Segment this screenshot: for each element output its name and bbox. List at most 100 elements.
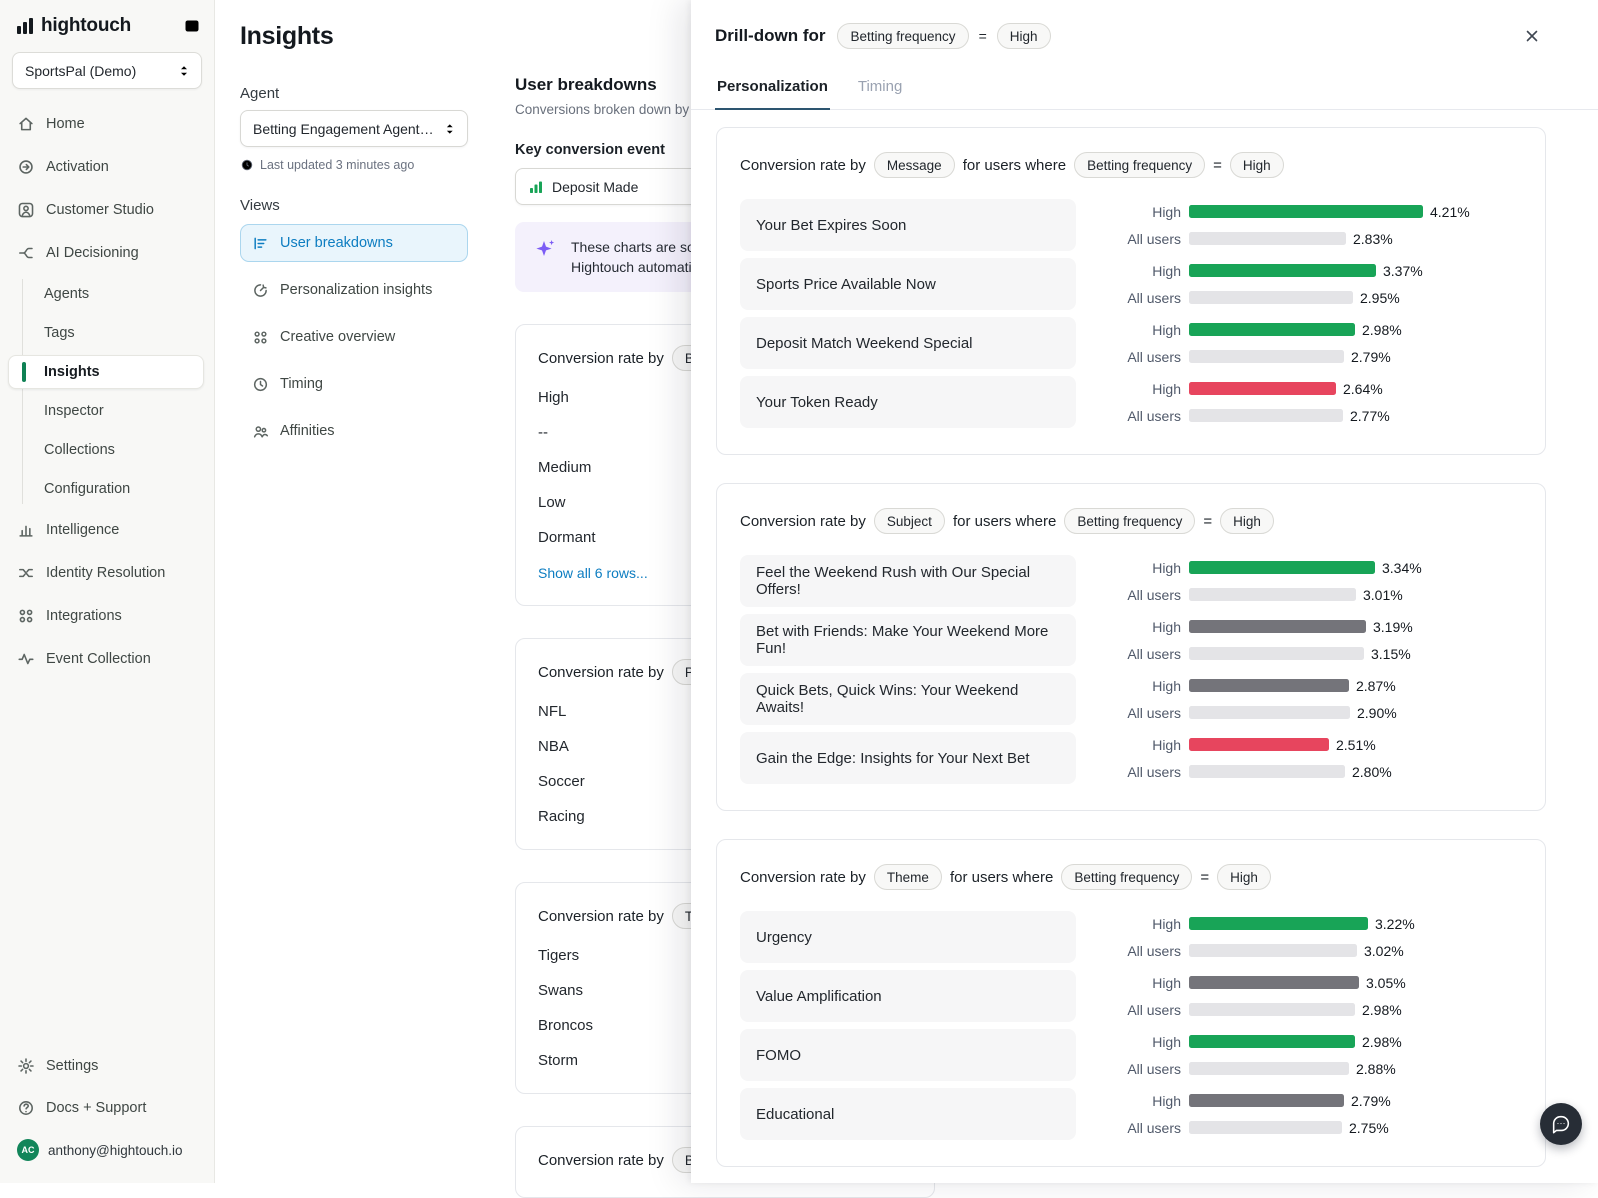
breakdown-row: Bet with Friends: Make Your Weekend More…	[740, 614, 1522, 666]
dimension-pill[interactable]: Theme	[874, 864, 942, 890]
agent-select[interactable]: Betting Engagement Agent (...	[240, 110, 468, 147]
avatar: AC	[17, 1139, 39, 1161]
filter-pill[interactable]: Betting frequency	[1074, 152, 1205, 178]
all-users-value: 2.83%	[1353, 231, 1393, 247]
sidebar-item-configuration[interactable]: Configuration	[8, 472, 204, 506]
high-value: 2.79%	[1351, 1093, 1391, 1109]
sidebar-item-intelligence[interactable]: Intelligence	[8, 511, 206, 549]
sidebar-item-ai-decisioning[interactable]: AI Decisioning	[8, 234, 206, 272]
high-bar	[1189, 264, 1376, 277]
all-users-bar	[1189, 409, 1343, 422]
variant-label: Sports Price Available Now	[740, 258, 1076, 310]
all-users-value: 3.15%	[1371, 646, 1411, 662]
filter-pill[interactable]: Betting frequency	[1061, 864, 1192, 890]
sidebar-item-insights[interactable]: Insights	[8, 355, 204, 389]
activation-icon	[17, 158, 35, 176]
sidebar-item-settings[interactable]: Settings	[8, 1047, 206, 1085]
close-button[interactable]	[1518, 22, 1546, 50]
tab-timing[interactable]: Timing	[856, 70, 904, 110]
workspace-selector[interactable]: SportsPal (Demo)	[12, 52, 202, 89]
sidebar-item-tags[interactable]: Tags	[8, 316, 204, 350]
segment-label-high: High	[1103, 1034, 1181, 1050]
variant-label: FOMO	[740, 1029, 1076, 1081]
intelligence-icon	[17, 521, 35, 539]
view-creative-overview[interactable]: Creative overview	[240, 318, 468, 356]
collapse-sidebar-button[interactable]	[184, 18, 200, 34]
view-affinities[interactable]: Affinities	[240, 412, 468, 450]
support-chat-button[interactable]	[1540, 1103, 1582, 1145]
all-users-bar	[1189, 647, 1364, 660]
filter-value-pill[interactable]: High	[1217, 864, 1271, 890]
breakdown-row: Your Bet Expires Soon High4.21% All user…	[740, 199, 1522, 251]
filter-pill[interactable]: Betting frequency	[1064, 508, 1195, 534]
breakdown-row: FOMO High2.98% All users2.88%	[740, 1029, 1522, 1081]
variant-label: Gain the Edge: Insights for Your Next Be…	[740, 732, 1076, 784]
high-bar	[1189, 917, 1368, 930]
gear-icon	[17, 1057, 35, 1075]
filter-value-pill[interactable]: High	[997, 23, 1051, 49]
panel-left-icon	[184, 18, 200, 34]
sidebar-item-home[interactable]: Home	[8, 105, 206, 143]
user-account[interactable]: AC anthony@hightouch.io	[8, 1131, 206, 1169]
all-users-bar	[1189, 1062, 1349, 1075]
sidebar-item-customer-studio[interactable]: Customer Studio	[8, 191, 206, 229]
sidebar-item-event-collection[interactable]: Event Collection	[8, 640, 206, 678]
segment-label-all-users: All users	[1103, 587, 1181, 603]
sidebar-item-activation[interactable]: Activation	[8, 148, 206, 186]
high-value: 3.37%	[1383, 263, 1423, 279]
sidebar-item-docs-support[interactable]: Docs + Support	[8, 1089, 206, 1127]
brand: hightouch	[16, 15, 131, 37]
sidebar-item-inspector[interactable]: Inspector	[8, 394, 204, 428]
views-label: Views	[240, 197, 468, 214]
segment-label-all-users: All users	[1103, 231, 1181, 247]
all-users-value: 2.90%	[1357, 705, 1397, 721]
card-title-middle: for users where	[953, 513, 1056, 530]
dimension-pill[interactable]: Message	[874, 152, 955, 178]
page-title: Insights	[240, 22, 333, 51]
card-title-prefix: Conversion rate by	[538, 350, 664, 367]
high-bar	[1189, 205, 1423, 218]
variant-label: Educational	[740, 1088, 1076, 1140]
people-icon	[252, 423, 269, 440]
sidebar-item-agents[interactable]: Agents	[8, 277, 204, 311]
high-bar	[1189, 382, 1336, 395]
all-users-bar	[1189, 350, 1344, 363]
view-personalization-insights[interactable]: Personalization insights	[240, 271, 468, 309]
segment-label-high: High	[1103, 619, 1181, 635]
all-users-bar	[1189, 944, 1357, 957]
high-value: 3.34%	[1382, 560, 1422, 576]
filter-value-pill[interactable]: High	[1220, 508, 1274, 534]
ai-notice-text: These charts are so Hightouch automati	[571, 237, 695, 277]
segment-label-high: High	[1103, 381, 1181, 397]
sidebar-header: hightouch	[0, 0, 214, 47]
all-users-bar	[1189, 232, 1346, 245]
clock-icon	[240, 158, 254, 172]
filter-value-pill[interactable]: High	[1230, 152, 1284, 178]
ai-decisioning-icon	[17, 244, 35, 262]
equals-sign: =	[979, 28, 987, 44]
high-bar	[1189, 561, 1375, 574]
all-users-value: 2.75%	[1349, 1120, 1389, 1136]
sidebar-item-identity-resolution[interactable]: Identity Resolution	[8, 554, 206, 592]
sidebar-item-collections[interactable]: Collections	[8, 433, 204, 467]
breakdown-row: Urgency High3.22% All users3.02%	[740, 911, 1522, 963]
view-timing[interactable]: Timing	[240, 365, 468, 403]
breakdown-bars-icon	[252, 235, 269, 252]
segment-label-all-users: All users	[1103, 1061, 1181, 1077]
high-value: 2.51%	[1336, 737, 1376, 753]
segment-label-all-users: All users	[1103, 408, 1181, 424]
brand-name: hightouch	[41, 15, 131, 37]
last-updated: Last updated 3 minutes ago	[240, 158, 468, 172]
tab-personalization[interactable]: Personalization	[715, 70, 830, 110]
dimension-pill[interactable]: Subject	[874, 508, 945, 534]
sidebar-nav: Home Activation Customer Studio AI Decis…	[0, 101, 214, 1041]
equals-sign: =	[1213, 157, 1222, 174]
user-email: anthony@hightouch.io	[48, 1143, 183, 1158]
help-circle-icon	[17, 1099, 35, 1117]
all-users-bar	[1189, 1121, 1342, 1134]
sidebar-item-integrations[interactable]: Integrations	[8, 597, 206, 635]
view-user-breakdowns[interactable]: User breakdowns	[240, 224, 468, 262]
key-event-value: Deposit Made	[552, 179, 638, 195]
filter-pill[interactable]: Betting frequency	[837, 23, 968, 49]
segment-label-high: High	[1103, 322, 1181, 338]
